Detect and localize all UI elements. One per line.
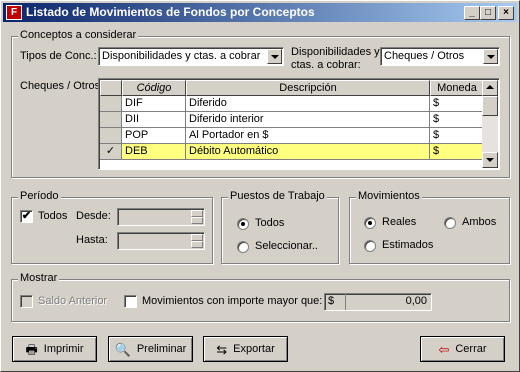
export-icon: ⇆ [216, 341, 228, 357]
minimize-button[interactable]: _ [464, 6, 480, 20]
exportar-button[interactable]: ⇆ Exportar [203, 336, 288, 362]
row-check-icon[interactable] [100, 96, 122, 112]
movimientos-ambos-label: Ambos [462, 216, 497, 228]
title-bar[interactable]: F Listado de Movimientos de Fondos por C… [3, 3, 517, 22]
col-header-codigo[interactable]: Código [122, 80, 186, 96]
chevron-down-icon [271, 55, 279, 59]
cell-codigo[interactable]: DIF [122, 96, 186, 112]
hasta-date-input[interactable] [117, 232, 205, 250]
disp-ctas-value: Cheques / Otros [384, 50, 465, 62]
printer-icon: 🖶 [25, 341, 38, 357]
amount-divider [345, 294, 346, 310]
cell-moneda[interactable]: $ [430, 128, 484, 144]
cell-descripcion[interactable]: Al Portador en $ [186, 128, 430, 144]
scroll-up-button[interactable] [482, 80, 498, 96]
preliminar-button[interactable]: 🔍 Preliminar [108, 336, 193, 362]
row-check-icon[interactable] [100, 112, 122, 128]
disp-ctas-select[interactable]: Cheques / Otros [380, 47, 500, 66]
disp-ctas-dropdown-button[interactable] [483, 49, 498, 64]
tipos-conc-dropdown-button[interactable] [267, 49, 282, 64]
puestos-legend: Puestos de Trabajo [228, 190, 327, 202]
desde-label: Desde: [76, 210, 111, 222]
cell-moneda[interactable]: $ [430, 144, 484, 160]
movimientos-group: Movimientos [349, 190, 510, 264]
desde-date-input[interactable] [117, 208, 205, 226]
periodo-legend: Período [18, 190, 61, 202]
scroll-down-button[interactable] [482, 152, 498, 168]
window-title: Listado de Movimientos de Fondos por Con… [26, 5, 315, 19]
grid-label: Cheques / Otros [20, 80, 101, 92]
cerrar-button[interactable]: ⇦ Cerrar [420, 336, 505, 362]
movimientos-legend: Movimientos [356, 190, 422, 202]
saldo-anterior-checkbox[interactable] [20, 295, 33, 308]
app-icon: F [6, 5, 22, 20]
importe-mayor-label: Movimientos con importe mayor que: [142, 295, 323, 307]
movimientos-estimados-radio[interactable] [364, 240, 376, 252]
conceptos-legend: Conceptos a considerar [18, 29, 139, 41]
tipos-conc-select[interactable]: Disponibilidades y ctas. a cobrar [98, 47, 284, 66]
row-check-icon[interactable] [100, 128, 122, 144]
exportar-label: Exportar [233, 343, 275, 355]
maximize-button[interactable]: □ [480, 6, 496, 20]
desde-spin-up[interactable] [191, 210, 203, 217]
cell-codigo[interactable]: DII [122, 112, 186, 128]
desde-spin-down[interactable] [191, 217, 203, 224]
imprimir-button[interactable]: 🖶 Imprimir [12, 336, 97, 362]
puestos-todos-label: Todos [255, 217, 285, 229]
cell-descripcion[interactable]: Diferido [186, 96, 430, 112]
hasta-spin-down[interactable] [191, 241, 203, 248]
imprimir-label: Imprimir [43, 343, 84, 355]
importe-mayor-checkbox[interactable] [124, 295, 137, 308]
grid-header-indicator [100, 80, 122, 96]
close-button[interactable]: × [498, 6, 514, 20]
col-header-moneda[interactable]: Moneda [430, 80, 484, 96]
disp-label-line1: Disponibilidades y [291, 46, 380, 58]
cell-codigo[interactable]: POP [122, 128, 186, 144]
chevron-up-icon [486, 85, 494, 89]
cell-moneda[interactable]: $ [430, 96, 484, 112]
movimientos-reales-radio[interactable] [364, 217, 376, 229]
puestos-seleccionar-label: Seleccionar.. [255, 240, 318, 252]
mostrar-legend: Mostrar [18, 272, 60, 284]
col-header-descripcion[interactable]: Descripción [186, 80, 430, 96]
preliminar-label: Preliminar [136, 343, 187, 355]
amount-value: 0,00 [405, 295, 427, 307]
todos-periodo-checkbox[interactable]: ✔ [20, 210, 33, 223]
hasta-label: Hasta: [76, 234, 108, 246]
scroll-thumb[interactable] [482, 96, 498, 116]
conceptos-grid[interactable]: Código Descripción Moneda DIF Diferido $… [98, 78, 500, 170]
cell-descripcion[interactable]: Débito Automático [186, 144, 430, 160]
cell-codigo[interactable]: DEB [122, 144, 186, 160]
exit-door-icon: ⇦ [438, 341, 450, 357]
puestos-group: Puestos de Trabajo [221, 190, 339, 264]
hasta-spin-up[interactable] [191, 234, 203, 241]
cerrar-label: Cerrar [455, 343, 487, 355]
disp-label-line2: ctas. a cobrar: [291, 59, 361, 71]
chevron-down-icon [487, 55, 495, 59]
movimientos-estimados-label: Estimados [382, 239, 434, 251]
saldo-anterior-label: Saldo Anterior [38, 295, 108, 307]
chevron-down-icon [486, 158, 494, 162]
tipos-conc-value: Disponibilidades y ctas. a cobrar [102, 50, 261, 62]
preview-icon: 🔍 [114, 341, 131, 357]
main-window: F Listado de Movimientos de Fondos por C… [0, 0, 520, 372]
currency-symbol: $ [328, 295, 335, 307]
movimientos-ambos-radio[interactable] [444, 217, 456, 229]
cell-moneda[interactable]: $ [430, 112, 484, 128]
cell-descripcion[interactable]: Diferido interior [186, 112, 430, 128]
puestos-seleccionar-radio[interactable] [237, 241, 249, 253]
row-check-icon[interactable]: ✓ [100, 144, 122, 160]
todos-periodo-label: Todos [38, 210, 68, 222]
importe-amount-input[interactable]: $ 0,00 [324, 293, 432, 311]
movimientos-reales-label: Reales [382, 216, 417, 228]
tipos-conc-label: Tipos de Conc.: [20, 50, 97, 62]
grid-scrollbar[interactable] [482, 80, 498, 168]
puestos-todos-radio[interactable] [237, 218, 249, 230]
